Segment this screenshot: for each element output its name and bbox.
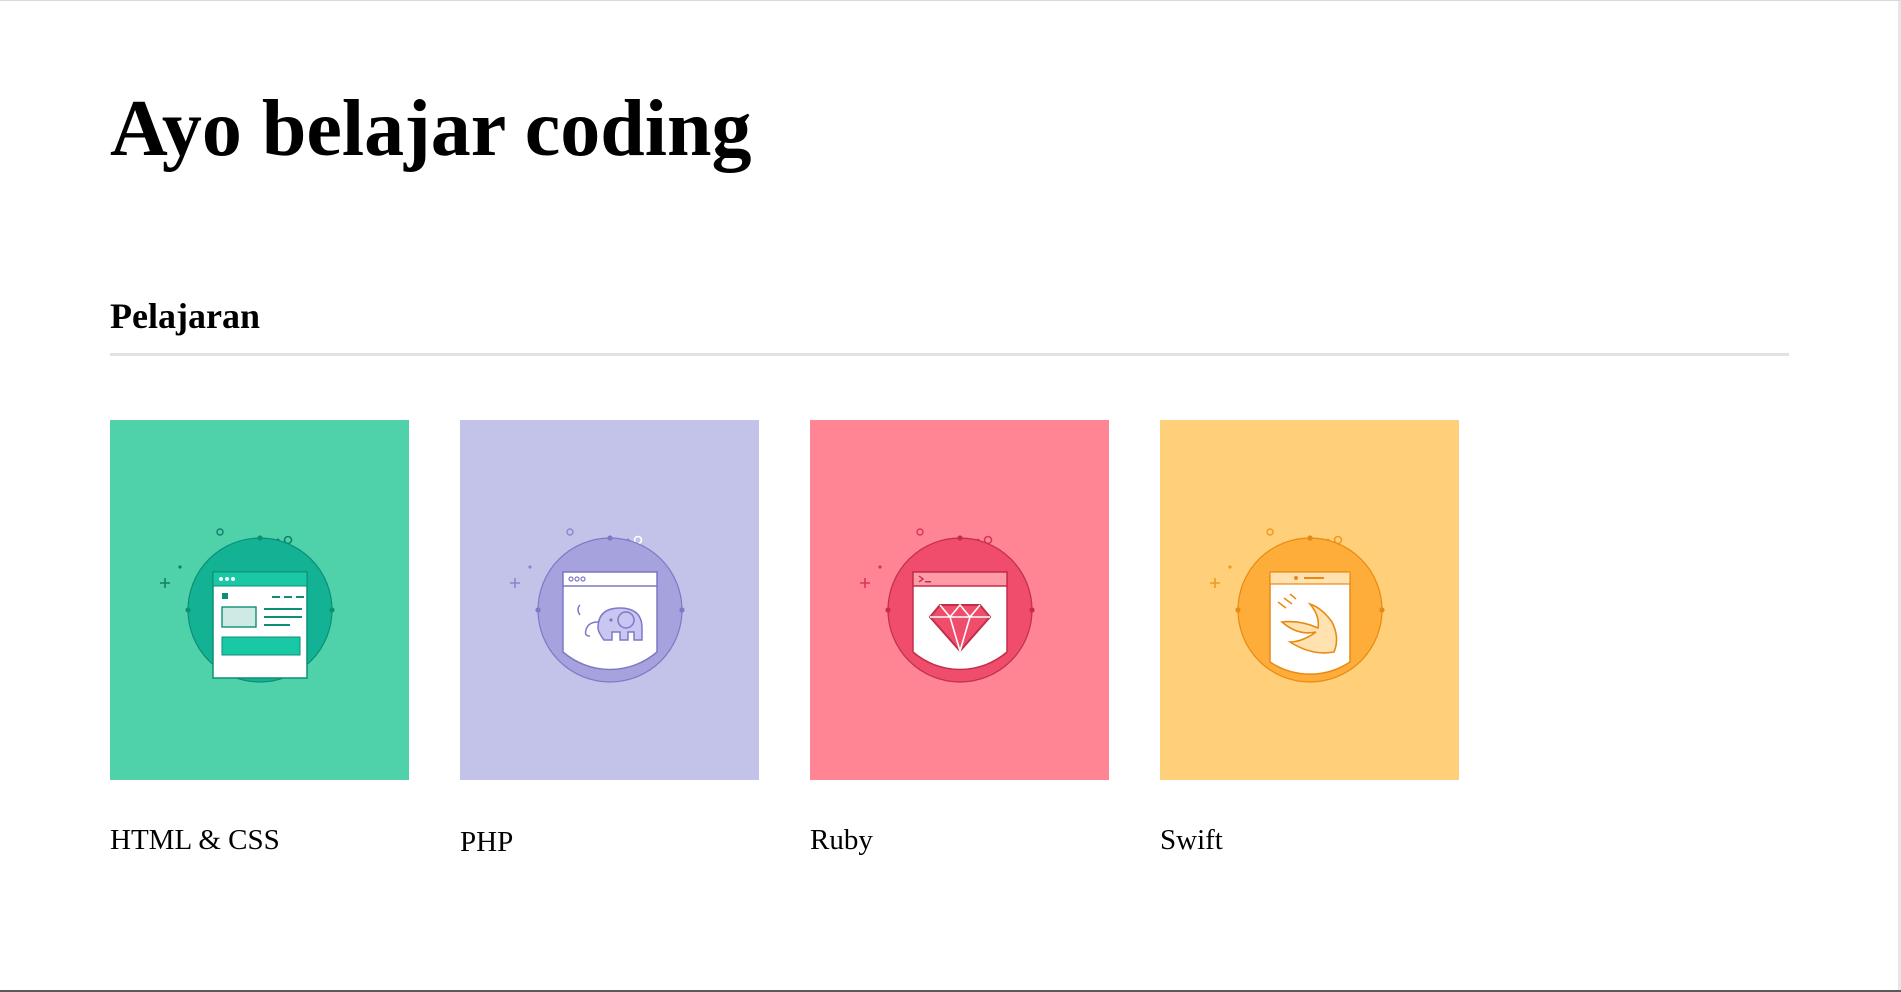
page-title: Ayo belajar coding bbox=[110, 85, 752, 173]
lesson-card-ruby[interactable]: Ruby bbox=[810, 420, 1109, 860]
lesson-card-label[interactable]: Swift bbox=[1160, 820, 1459, 860]
ruby-gem-icon bbox=[859, 528, 1035, 683]
page: Ayo belajar coding Pelajaran HTML & CSS … bbox=[0, 0, 1901, 992]
section-title-lessons: Pelajaran bbox=[110, 296, 260, 336]
php-elephant-icon bbox=[509, 528, 685, 683]
lesson-card-label[interactable]: Ruby bbox=[810, 820, 1109, 860]
lesson-card-swift[interactable]: Swift bbox=[1160, 420, 1459, 860]
lesson-card-label[interactable]: HTML & CSS bbox=[110, 820, 409, 860]
lesson-card-image[interactable] bbox=[460, 420, 759, 780]
lesson-card-php[interactable]: PHP bbox=[460, 420, 759, 862]
swift-bird-icon bbox=[1209, 528, 1385, 683]
lesson-card-html-css[interactable]: HTML & CSS bbox=[110, 420, 409, 860]
html-css-window-icon bbox=[159, 528, 335, 683]
lesson-card-label[interactable]: PHP bbox=[460, 822, 759, 862]
lesson-card-image[interactable] bbox=[110, 420, 409, 780]
section-divider bbox=[110, 353, 1789, 356]
lesson-card-image[interactable] bbox=[1160, 420, 1459, 780]
lesson-card-image[interactable] bbox=[810, 420, 1109, 780]
